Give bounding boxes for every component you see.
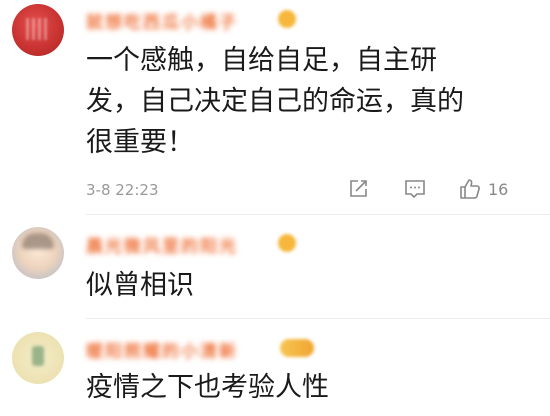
comment-icon <box>405 180 425 199</box>
comment-item: 晨光微风里的阳光 似曾相识 <box>0 215 550 315</box>
comment-timestamp: 3-8 22:23 <box>86 181 159 199</box>
reply-button[interactable] <box>403 178 427 200</box>
user-avatar[interactable] <box>12 227 64 279</box>
share-button[interactable] <box>347 178 369 200</box>
comment-text: 疫情之下也考验人性 <box>86 372 329 403</box>
vip-badge-icon <box>280 339 314 357</box>
like-count: 16 <box>488 179 509 199</box>
comment-text: 似曾相识 <box>86 270 194 301</box>
user-avatar[interactable] <box>12 332 64 384</box>
vip-badge-icon <box>278 234 296 252</box>
share-icon <box>350 180 367 197</box>
like-button[interactable]: 16 <box>458 177 508 201</box>
comment-item: 就想吃西瓜小橘子 一个感触，自给自足，自主研 发，自己决定自己的命运，真的 很重… <box>0 0 550 210</box>
comment-username[interactable]: 暖阳照耀的小清新 <box>86 337 238 362</box>
like-icon <box>460 179 480 199</box>
comment-item: 暖阳照耀的小清新 疫情之下也考验人性 <box>0 319 550 416</box>
comment-username[interactable]: 就想吃西瓜小橘子 <box>86 8 238 33</box>
comment-text: 一个感触，自给自足，自主研 发，自己决定自己的命运，真的 很重要！ <box>86 45 464 158</box>
comment-username[interactable]: 晨光微风里的阳光 <box>86 232 238 257</box>
user-avatar[interactable] <box>12 4 64 56</box>
vip-badge-icon <box>278 10 296 28</box>
